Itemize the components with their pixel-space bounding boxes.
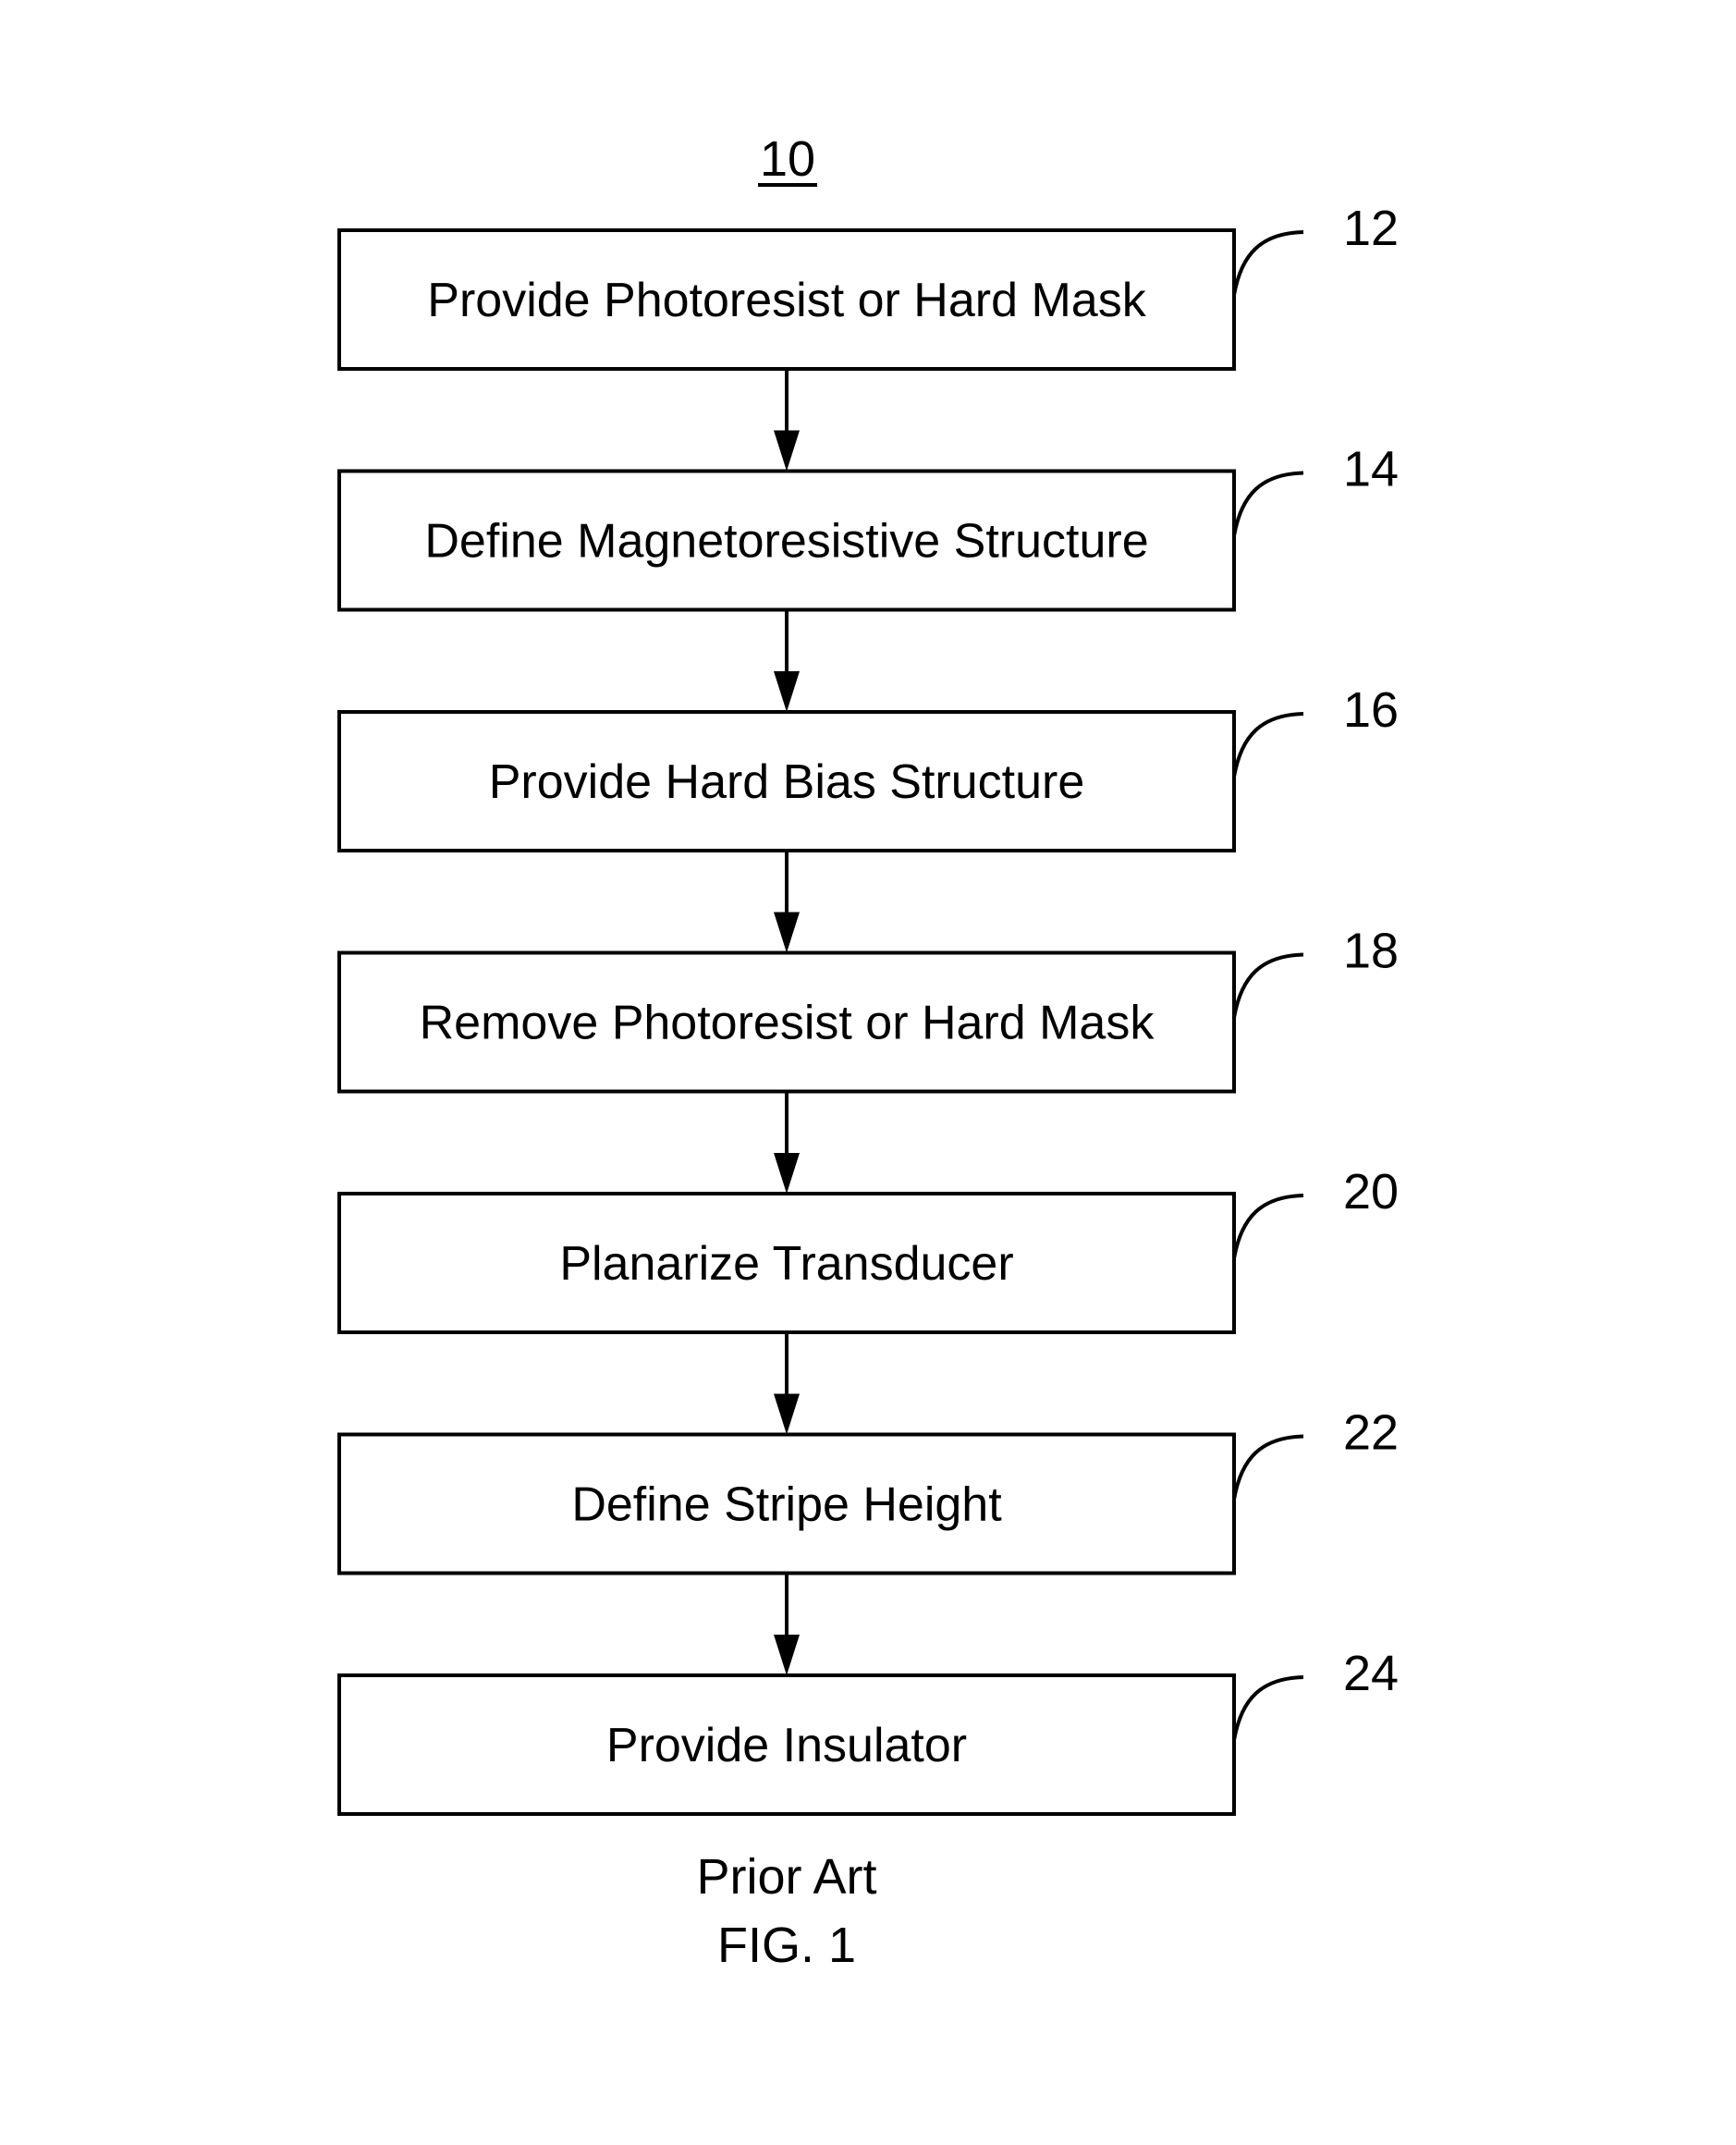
step-label: Planarize Transducer	[559, 1237, 1013, 1291]
reference-leader-line	[1232, 1194, 1304, 1259]
step-14: Define Magnetoresistive Structure 14	[337, 442, 1399, 612]
flow-arrow	[774, 609, 800, 712]
reference-leader-line	[1232, 952, 1304, 1018]
step-reference-number: 24	[1343, 1646, 1399, 1701]
reference-leader-line	[1232, 712, 1304, 778]
step-label: Remove Photoresist or Hard Mask	[420, 997, 1155, 1050]
step-reference-number: 14	[1343, 442, 1399, 497]
caption-figure-label: FIG. 1	[717, 1918, 856, 1973]
step-label: Define Stripe Height	[571, 1478, 1002, 1532]
step-label: Define Magnetoresistive Structure	[424, 515, 1148, 569]
step-reference-number: 18	[1343, 924, 1399, 979]
flowchart: 10 Provide Photoresist or Hard Mask 12 Def…	[337, 131, 1399, 1973]
flow-arrow	[774, 1332, 800, 1435]
reference-leader-line	[1232, 1434, 1304, 1500]
step-label: Provide Photoresist or Hard Mask	[427, 274, 1146, 327]
step-12: Provide Photoresist or Hard Mask 12	[337, 201, 1399, 371]
step-18: Remove Photoresist or Hard Mask 18	[337, 924, 1399, 1094]
steps-layer: Provide Photoresist or Hard Mask 12 Define…	[337, 201, 1399, 1816]
reference-leader-line	[1232, 230, 1304, 296]
figure-reference-numeral: 10	[760, 131, 815, 187]
reference-leader-line	[1232, 1675, 1304, 1741]
flow-arrow	[774, 369, 800, 472]
flow-arrow	[774, 1091, 800, 1194]
step-reference-number: 20	[1343, 1164, 1399, 1220]
step-reference-number: 12	[1343, 201, 1399, 256]
step-reference-number: 22	[1343, 1405, 1399, 1461]
step-22: Define Stripe Height 22	[337, 1405, 1399, 1575]
step-24: Provide Insulator 24	[337, 1646, 1399, 1816]
step-16: Provide Hard Bias Structure 16	[337, 682, 1399, 852]
step-20: Planarize Transducer 20	[337, 1164, 1399, 1334]
reference-leader-line	[1232, 471, 1304, 536]
step-reference-number: 16	[1343, 682, 1399, 738]
flow-arrow	[774, 851, 800, 953]
step-label: Provide Hard Bias Structure	[489, 755, 1085, 809]
flow-arrow	[774, 1573, 800, 1675]
caption-prior-art: Prior Art	[696, 1849, 876, 1905]
step-label: Provide Insulator	[606, 1719, 967, 1772]
